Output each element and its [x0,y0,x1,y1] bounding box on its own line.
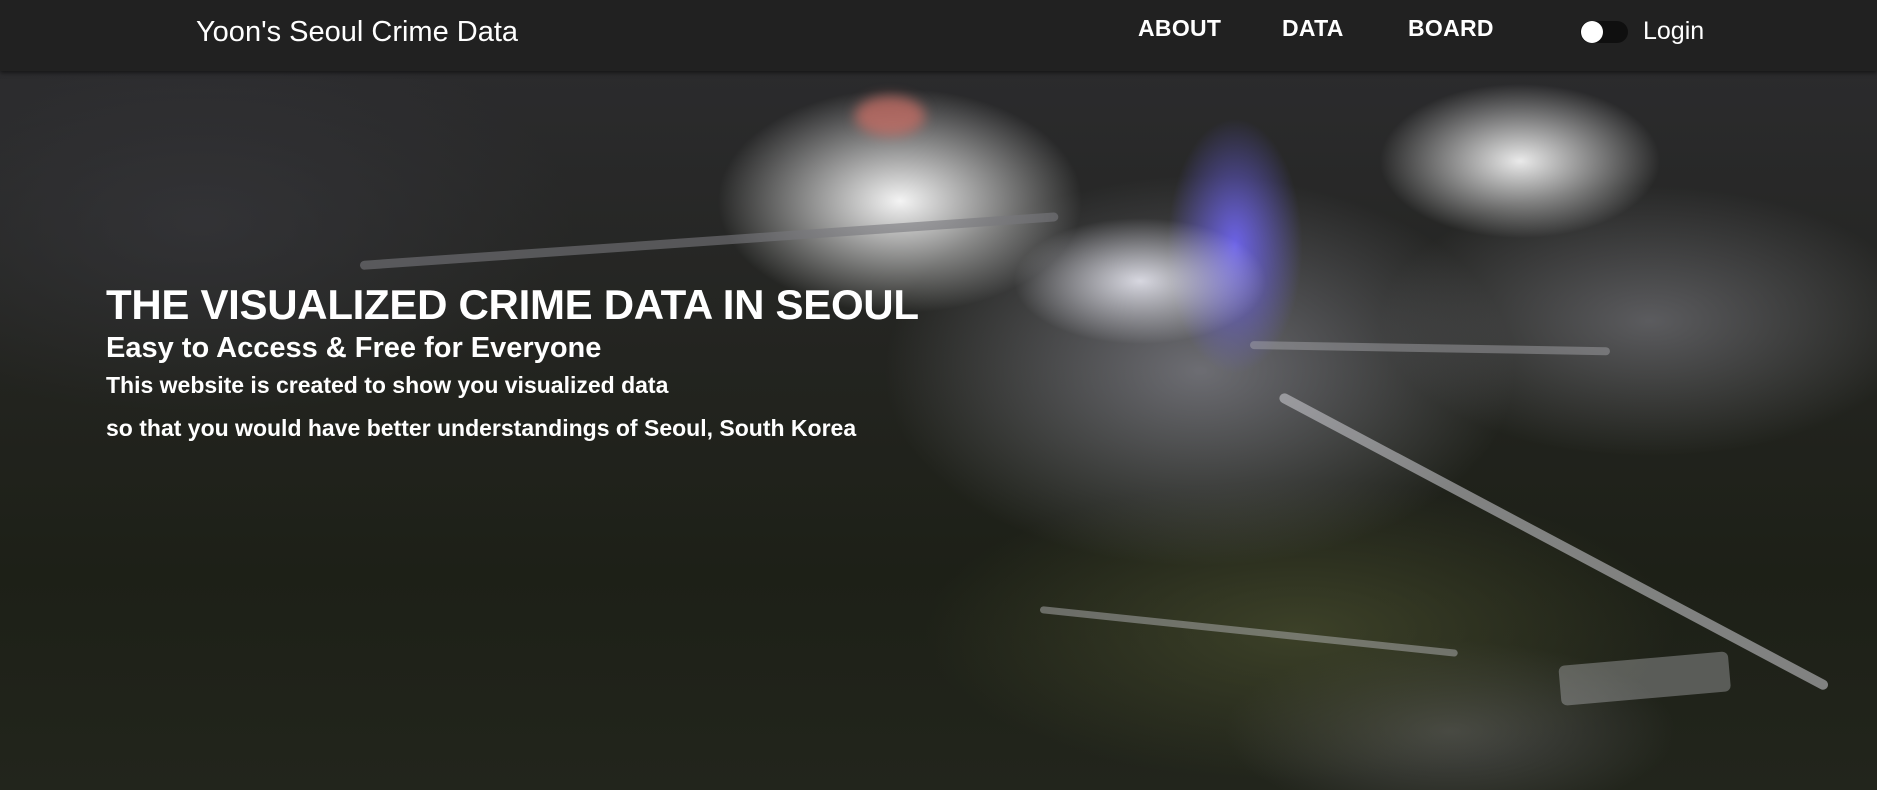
hero-subtitle: Easy to Access & Free for Everyone [106,332,602,364]
hero-text-block: THE VISUALIZED CRIME DATA IN SEOUL Easy … [106,280,919,443]
hero-background-streak [359,212,1059,270]
brand-link[interactable]: Yoon's Seoul Crime Data [196,14,518,50]
toggle-knob [1581,21,1603,43]
hero-description-line-2: so that you would have better understand… [106,415,857,441]
hero-description-line-1: This website is created to show you visu… [106,372,669,398]
hero-title: THE VISUALIZED CRIME DATA IN SEOUL [106,281,919,328]
top-navbar: Yoon's Seoul Crime Data ABOUT DATA BOARD… [0,0,1877,71]
hero-background-highlight [855,96,925,136]
nav-link-about[interactable]: ABOUT [1138,13,1221,43]
hero-background-streak [1039,606,1459,657]
nav-link-board[interactable]: BOARD [1408,13,1494,43]
theme-toggle[interactable] [1580,21,1628,43]
nav-link-data[interactable]: DATA [1282,13,1344,43]
hero-background-streak [1249,341,1611,356]
hero-background-streak [1558,651,1732,706]
login-link[interactable]: Login [1643,15,1704,47]
